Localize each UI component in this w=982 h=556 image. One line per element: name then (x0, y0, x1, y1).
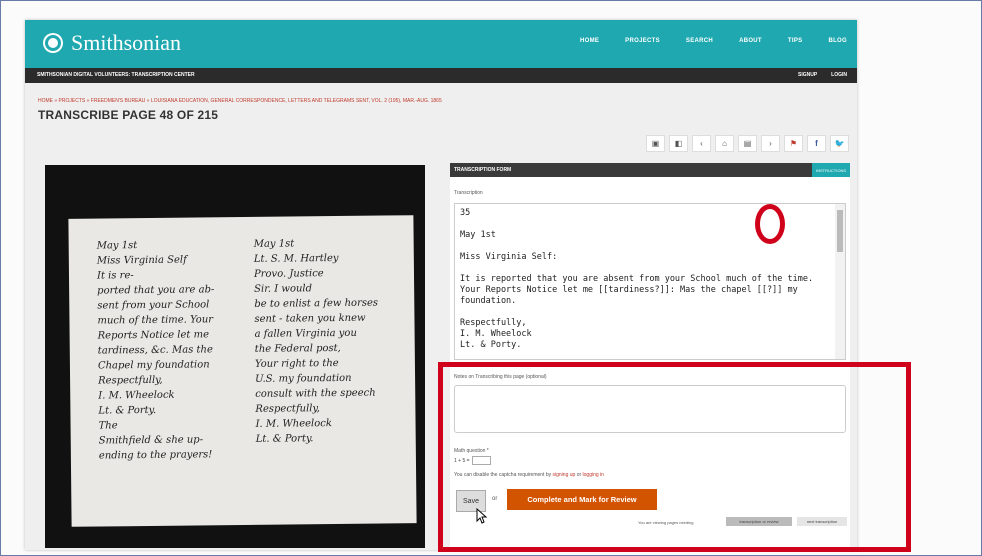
manuscript-line: Provo. Justice (253, 268, 324, 280)
manuscript-line: Respectfully, (98, 374, 163, 387)
manuscript-line: consult with the speech (255, 387, 376, 400)
layout-icon[interactable]: ◧ (669, 135, 688, 152)
page-toolbar: ▣ ◧ ‹ ⌂ ▤ › ⚑ f 🐦 (646, 135, 849, 152)
manuscript-line: sent from your School (97, 299, 210, 312)
next-icon[interactable]: › (761, 135, 780, 152)
annotation-circle (755, 204, 785, 244)
manuscript-line: The (98, 420, 118, 432)
manuscript-line: May 1st (253, 238, 295, 250)
signup-link[interactable]: SIGNUP (798, 72, 817, 78)
manuscript-line: I. M. Wheelock (98, 389, 175, 402)
manuscript-line: sent - taken you knew (254, 312, 366, 325)
breadcrumb[interactable]: HOME » PROJECTS » FREEDMEN'S BUREAU » LO… (38, 98, 442, 104)
nav-projects[interactable]: PROJECTS (625, 38, 660, 44)
instructions-button[interactable]: INSTRUCTIONS (812, 163, 850, 177)
manuscript-line: Lt. S. M. Hartley (253, 252, 339, 265)
manuscript-line: ending to the prayers! (98, 449, 213, 462)
nav-home[interactable]: HOME (580, 38, 599, 44)
form-header: TRANSCRIPTION FORM INSTRUCTIONS (450, 163, 850, 177)
main-nav: HOME PROJECTS SEARCH ABOUT TIPS BLOG (580, 38, 847, 44)
transcription-label: Transcription (454, 190, 483, 196)
print-icon[interactable]: ▣ (646, 135, 665, 152)
manuscript-line: Chapel my foundation (97, 359, 210, 372)
manuscript-left-column: May 1st Miss Virginia Self It is re-ported… (97, 237, 249, 464)
manuscript-line: Your right to the (254, 357, 339, 370)
manuscript-line: May 1st (96, 240, 138, 252)
nav-blog[interactable]: BLOG (828, 38, 847, 44)
annotation-highlight-box (438, 362, 911, 552)
manuscript-line: U.S. my foundation (255, 372, 352, 385)
manuscript-line: Lt. & Porty. (98, 404, 157, 417)
site-header: Smithsonian HOME PROJECTS SEARCH ABOUT T… (25, 20, 857, 68)
manuscript-line: Miss Virginia Self (96, 254, 187, 267)
form-header-title: TRANSCRIPTION FORM (454, 167, 512, 173)
manuscript-line: Smithfield & she up- (98, 434, 204, 447)
nav-about[interactable]: ABOUT (739, 38, 762, 44)
manuscript-line: ported that you are ab- (97, 284, 215, 297)
grid-icon[interactable]: ▤ (738, 135, 757, 152)
transcription-textarea[interactable]: 35 May 1st Miss Virginia Self: It is rep… (454, 203, 846, 360)
document-image[interactable]: May 1st Miss Virginia Self It is re-ported… (45, 165, 425, 548)
manuscript-line: a fallen Virginia you (254, 327, 357, 340)
login-link[interactable]: LOGIN (831, 72, 847, 78)
manuscript-line: be to enlist a few horses (254, 297, 379, 310)
manuscript-page: May 1st Miss Virginia Self It is re-ported… (68, 215, 417, 527)
manuscript-line: Respectfully, (255, 403, 321, 415)
manuscript-line: Reports Notice let me (97, 329, 210, 342)
nav-tips[interactable]: TIPS (788, 38, 803, 44)
home-icon[interactable]: ⌂ (715, 135, 734, 152)
sub-header-title[interactable]: SMITHSONIAN DIGITAL VOLUNTEERS: TRANSCRI… (37, 72, 195, 78)
manuscript-line: much of the time. Your (97, 314, 214, 327)
twitter-icon[interactable]: 🐦 (830, 135, 849, 152)
smithsonian-logo[interactable]: Smithsonian (43, 30, 181, 56)
manuscript-line: the Federal post, (254, 342, 341, 355)
nav-search[interactable]: SEARCH (686, 38, 713, 44)
manuscript-right-column: May 1st Lt. S. M. Hartley Provo. Justice Si… (254, 235, 406, 447)
manuscript-line: It is re- (96, 270, 134, 282)
manuscript-line: Lt. & Porty. (255, 433, 314, 445)
sun-icon (43, 33, 63, 53)
prev-icon[interactable]: ‹ (692, 135, 711, 152)
manuscript-line: Sir. I would (254, 283, 313, 295)
page-title: TRANSCRIBE PAGE 48 OF 215 (38, 108, 219, 122)
mouse-cursor-icon (476, 508, 488, 524)
manuscript-line: I. M. Wheelock (255, 418, 332, 430)
manuscript-line: tardiness, &c. Mas the (97, 344, 213, 357)
logo-text: Smithsonian (71, 30, 182, 55)
bookmark-icon[interactable]: ⚑ (784, 135, 803, 152)
textarea-scrollbar[interactable] (835, 204, 845, 359)
sub-header: SMITHSONIAN DIGITAL VOLUNTEERS: TRANSCRI… (25, 68, 857, 83)
facebook-icon[interactable]: f (807, 135, 826, 152)
